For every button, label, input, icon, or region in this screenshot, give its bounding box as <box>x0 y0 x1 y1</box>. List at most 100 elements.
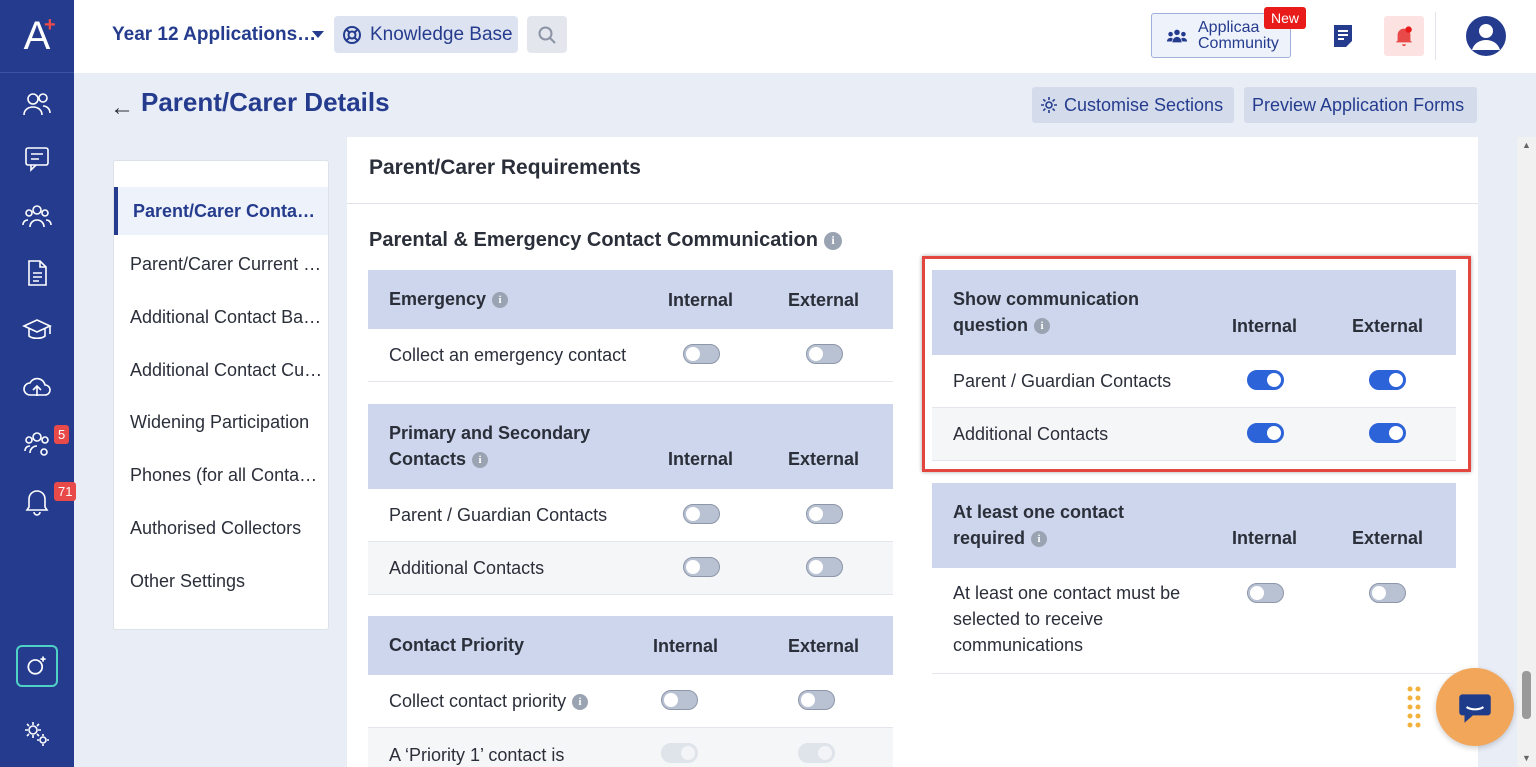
search-button[interactable] <box>527 16 567 53</box>
bell-icon[interactable] <box>17 483 57 519</box>
parent-external-toggle[interactable] <box>806 504 843 524</box>
additional-internal-toggle[interactable] <box>683 557 720 577</box>
cloud-upload-icon[interactable] <box>17 369 57 405</box>
sidebar: A + 5 71 <box>0 0 77 767</box>
main-title: Parent/Carer Requirements <box>369 156 641 179</box>
at-least-one-table: At least one contact required i Internal … <box>932 483 1456 674</box>
external-col: External <box>788 449 860 469</box>
users-icon[interactable] <box>17 86 57 122</box>
document-icon[interactable] <box>17 255 57 291</box>
lifebuoy-icon <box>343 25 361 44</box>
notifications-badge: 71 <box>54 482 77 501</box>
table-row: Parent / Guardian Contacts <box>368 489 893 542</box>
at-least-label-2: selected to receive <box>953 609 1104 629</box>
app-logo[interactable]: A + <box>0 0 74 73</box>
row-label: Collect an emergency contact <box>389 345 627 365</box>
user-icon <box>1472 24 1500 50</box>
internal-col: Internal <box>653 636 719 656</box>
community-label-2: Community <box>1198 34 1279 52</box>
emergency-heading: Emergency <box>389 289 487 309</box>
table-header: Emergency i Internal External <box>368 270 893 329</box>
internal-col: Internal <box>1232 528 1298 548</box>
info-icon[interactable]: i <box>572 694 589 711</box>
at-least-label-1: At least one contact must be <box>953 583 1181 603</box>
row-label: A ‘Priority 1’ contact is <box>389 745 565 765</box>
external-col: External <box>788 636 860 656</box>
table-header: Primary and Secondary Contacts i Internal… <box>368 404 893 489</box>
highlight-box <box>922 256 1471 472</box>
divider <box>1435 12 1436 60</box>
section-item[interactable]: Parent/Carer Current … <box>114 240 328 288</box>
add-app-icon[interactable] <box>16 645 58 687</box>
emergency-external-toggle[interactable] <box>806 344 843 364</box>
info-icon[interactable]: i <box>472 452 489 469</box>
people-icon[interactable] <box>17 198 57 234</box>
priority-external-toggle[interactable] <box>798 690 835 710</box>
gear-icon <box>1041 97 1057 113</box>
internal-col: Internal <box>668 290 734 310</box>
info-icon[interactable]: i <box>823 231 842 250</box>
priority1-external-toggle[interactable] <box>798 743 835 763</box>
customise-sections-button[interactable]: Customise Sections <box>1032 87 1234 123</box>
subhead-label: Parental & Emergency Contact Communicati… <box>369 229 818 251</box>
parent-internal-toggle[interactable] <box>683 504 720 524</box>
chat-button[interactable] <box>1436 668 1514 746</box>
header-label: At least one contact required i <box>953 499 1124 551</box>
priority-heading: Contact Priority <box>389 635 525 655</box>
at-least-heading-2: required <box>953 528 1026 548</box>
section-item[interactable]: Phones (for all Conta… <box>114 451 328 499</box>
table-header: Contact Priority Internal External <box>368 616 893 675</box>
alerts-button[interactable] <box>1384 16 1424 56</box>
community-icon <box>1166 29 1188 42</box>
section-item[interactable]: Parent/Carer Conta… <box>114 187 328 235</box>
primary-heading-1: Primary and Secondary <box>389 423 591 443</box>
section-item[interactable]: Additional Contact Cu… <box>114 346 328 394</box>
external-col: External <box>1352 528 1424 548</box>
table-row: Collect contact priority i <box>368 675 893 728</box>
required-external-toggle[interactable] <box>1369 583 1406 603</box>
chevron-down-icon[interactable] <box>312 31 324 38</box>
additional-external-toggle[interactable] <box>806 557 843 577</box>
collect-priority-label: Collect contact priority <box>389 691 567 711</box>
scroll-down-icon[interactable]: ▼ <box>1522 753 1531 763</box>
settings-icon[interactable] <box>17 716 57 752</box>
back-arrow-icon[interactable]: ← <box>110 94 134 122</box>
preview-forms-label: Preview Application Forms <box>1252 94 1465 115</box>
preview-forms-button[interactable]: Preview Application Forms <box>1244 87 1477 123</box>
main-header: Parent/Carer Requirements <box>347 137 1478 204</box>
table-row: At least one contact must be selected to… <box>932 568 1456 674</box>
group-settings-icon[interactable] <box>17 426 57 462</box>
row-label: Additional Contacts <box>389 558 545 578</box>
priority1-internal-toggle[interactable] <box>661 743 698 763</box>
required-internal-toggle[interactable] <box>1247 583 1284 603</box>
messages-icon[interactable] <box>17 141 57 177</box>
knowledge-base-button[interactable]: Knowledge Base <box>334 16 518 53</box>
notes-icon[interactable] <box>1330 22 1356 50</box>
app-selector[interactable]: Year 12 Applications… <box>112 24 316 46</box>
graduation-icon[interactable] <box>17 312 57 348</box>
scroll-up-icon[interactable]: ▲ <box>1522 140 1531 150</box>
section-nav: Parent/Carer Conta… Parent/Carer Current… <box>113 160 329 630</box>
header-label: Primary and Secondary Contacts i <box>389 420 590 472</box>
row-label: At least one contact must be selected to… <box>953 580 1180 658</box>
avatar[interactable] <box>1466 16 1506 56</box>
emergency-table: Emergency i Internal External Collect an … <box>368 270 893 382</box>
info-icon[interactable]: i <box>1031 531 1048 548</box>
primary-heading-2: Contacts <box>389 449 467 469</box>
section-item[interactable]: Authorised Collectors <box>114 504 328 552</box>
section-item[interactable]: Widening Participation <box>114 398 328 446</box>
scrollbar-thumb[interactable] <box>1522 671 1531 719</box>
priority-internal-toggle[interactable] <box>661 690 698 710</box>
info-icon[interactable]: i <box>492 292 509 309</box>
external-col: External <box>788 290 860 310</box>
drag-handle-icon[interactable] <box>1406 685 1422 731</box>
table-header: At least one contact required i Internal … <box>932 483 1456 568</box>
section-item[interactable]: Other Settings <box>114 557 328 605</box>
row-label: Collect contact priority i <box>389 688 589 714</box>
alert-bell-icon <box>1395 26 1413 47</box>
section-item[interactable]: Additional Contact Ba… <box>114 293 328 341</box>
header-label: Emergency i <box>389 286 509 312</box>
emergency-internal-toggle[interactable] <box>683 344 720 364</box>
row-label: Parent / Guardian Contacts <box>389 505 608 525</box>
table-row: A ‘Priority 1’ contact is <box>368 728 893 767</box>
